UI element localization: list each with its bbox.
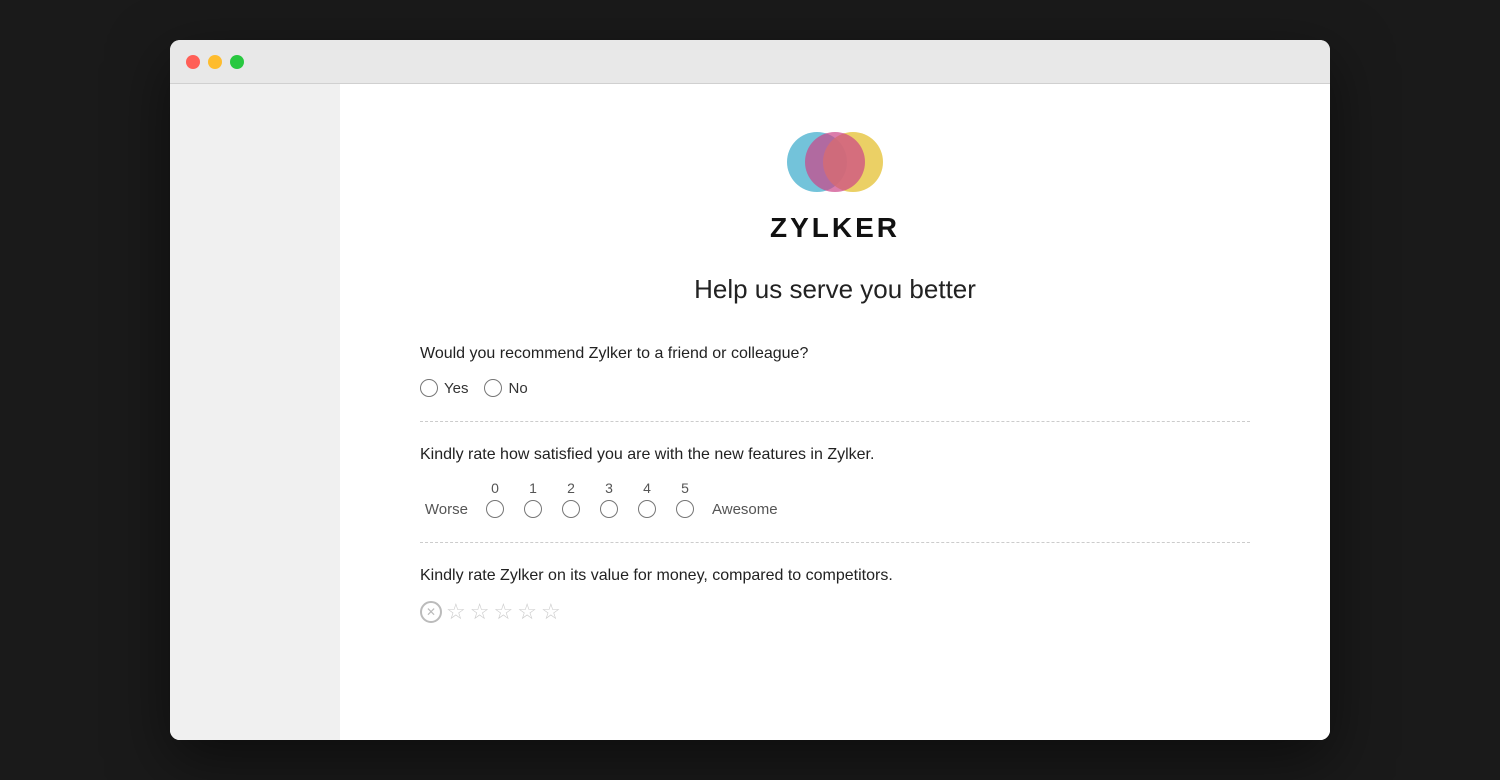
star-4[interactable]: ☆ [517, 601, 537, 623]
question-1-text: Would you recommend Zylker to a friend o… [420, 345, 1250, 363]
scale-num-1: 1 [514, 480, 552, 496]
mac-window: ZYLKER Help us serve you better Would yo… [170, 40, 1330, 740]
rating-numbers: 0 1 2 3 4 5 [476, 480, 1250, 496]
question-1-options: Yes No [420, 379, 1250, 397]
question-3: Kindly rate Zylker on its value for mone… [420, 567, 1250, 623]
question-3-text: Kindly rate Zylker on its value for mone… [420, 567, 1250, 585]
scale-num-4: 4 [628, 480, 666, 496]
sidebar [170, 84, 340, 740]
scale-radio-1[interactable] [524, 500, 542, 518]
star-5[interactable]: ☆ [541, 601, 561, 623]
star-x-button[interactable]: ✕ [420, 601, 442, 623]
scale-radio-5[interactable] [676, 500, 694, 518]
star-2[interactable]: ☆ [470, 601, 490, 623]
scale-label-awesome: Awesome [704, 501, 778, 518]
star-1[interactable]: ☆ [446, 601, 466, 623]
scale-radio-2[interactable] [562, 500, 580, 518]
window-content: ZYLKER Help us serve you better Would yo… [170, 84, 1330, 740]
question-1: Would you recommend Zylker to a friend o… [420, 345, 1250, 397]
scale-label-worse: Worse [420, 501, 476, 518]
logo-section: ZYLKER [420, 124, 1250, 244]
divider-2 [420, 542, 1250, 543]
rating-scale: 0 1 2 3 4 5 Worse [420, 480, 1250, 518]
maximize-button[interactable] [230, 55, 244, 69]
option-yes[interactable]: Yes [420, 379, 468, 397]
star-3[interactable]: ☆ [493, 601, 513, 623]
question-2-text: Kindly rate how satisfied you are with t… [420, 446, 1250, 464]
question-2: Kindly rate how satisfied you are with t… [420, 446, 1250, 518]
scale-num-2: 2 [552, 480, 590, 496]
logo-circles [775, 124, 895, 204]
titlebar [170, 40, 1330, 84]
minimize-button[interactable] [208, 55, 222, 69]
scale-num-0: 0 [476, 480, 514, 496]
rating-radios [476, 500, 704, 518]
radio-yes-label: Yes [444, 380, 468, 397]
scale-radio-0[interactable] [486, 500, 504, 518]
star-rating: ✕ ☆ ☆ ☆ ☆ ☆ [420, 601, 1250, 623]
scale-num-3: 3 [590, 480, 628, 496]
rating-row: Worse Awesome [420, 500, 1250, 518]
scale-num-5: 5 [666, 480, 704, 496]
scale-radio-4[interactable] [638, 500, 656, 518]
tagline: Help us serve you better [420, 274, 1250, 305]
divider-1 [420, 421, 1250, 422]
close-button[interactable] [186, 55, 200, 69]
radio-no-label: No [508, 380, 527, 397]
main-area: ZYLKER Help us serve you better Would yo… [340, 84, 1330, 740]
logo-text: ZYLKER [770, 212, 900, 244]
radio-yes[interactable] [420, 379, 438, 397]
scale-radio-3[interactable] [600, 500, 618, 518]
option-no[interactable]: No [484, 379, 527, 397]
radio-no[interactable] [484, 379, 502, 397]
